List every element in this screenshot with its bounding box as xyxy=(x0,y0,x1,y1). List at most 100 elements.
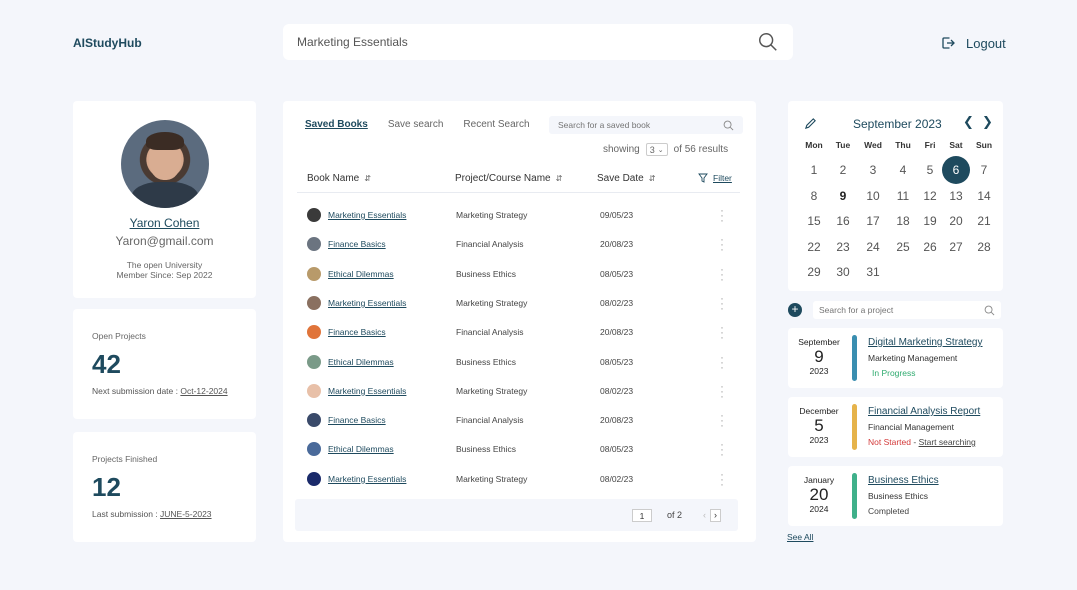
next-submission-date[interactable]: Oct-12-2024 xyxy=(180,386,227,396)
calendar-day[interactable]: 1 xyxy=(799,163,829,177)
book-name-link[interactable]: Finance Basics xyxy=(328,415,386,425)
search-icon[interactable] xyxy=(723,120,734,131)
project-name: Marketing Strategy xyxy=(456,210,528,220)
project-title-link[interactable]: Business Ethics xyxy=(868,475,939,486)
calendar-day[interactable]: 29 xyxy=(799,265,829,279)
last-submission-date[interactable]: JUNE-5-2023 xyxy=(160,509,212,519)
calendar-day[interactable]: 7 xyxy=(969,163,999,177)
calendar-day[interactable]: 15 xyxy=(799,214,829,228)
calendar-day[interactable]: 25 xyxy=(888,240,918,254)
col-save-date[interactable]: Save Date ⇵ xyxy=(597,173,655,184)
table-row[interactable]: Finance Basics Financial Analysis 20/08/23… xyxy=(297,318,740,347)
prev-page-button[interactable]: ‹ xyxy=(699,509,710,522)
more-vertical-icon[interactable]: · · · xyxy=(719,263,725,285)
project-card[interactable]: December 5 2023 Financial Analysis Report Fi… xyxy=(788,397,1003,457)
calendar-day[interactable]: 5 xyxy=(915,163,945,177)
calendar-day[interactable]: 4 xyxy=(888,163,918,177)
tab-recent-search[interactable]: Recent Search xyxy=(463,119,529,130)
book-name-link[interactable]: Marketing Essentials xyxy=(328,386,406,396)
calendar-day[interactable]: 22 xyxy=(799,240,829,254)
more-vertical-icon[interactable]: · · · xyxy=(719,204,725,226)
project-search-input[interactable] xyxy=(819,305,984,315)
calendar-day[interactable]: 17 xyxy=(858,214,888,228)
col-book-name[interactable]: Book Name ⇵ xyxy=(307,173,371,184)
table-row[interactable]: Marketing Essentials Marketing Strategy 08… xyxy=(297,377,740,406)
calendar-day[interactable]: 21 xyxy=(969,214,999,228)
calendar-day[interactable]: 18 xyxy=(888,214,918,228)
project-card[interactable]: September 9 2023 Digital Marketing Strategy… xyxy=(788,328,1003,388)
calendar-day[interactable]: 24 xyxy=(858,240,888,254)
project-title-link[interactable]: Financial Analysis Report xyxy=(868,406,980,417)
book-name-link[interactable]: Finance Basics xyxy=(328,239,386,249)
project-title-link[interactable]: Digital Marketing Strategy xyxy=(868,337,983,348)
table-row[interactable]: Ethical Dilemmas Business Ethics 08/05/23 ·… xyxy=(297,435,740,464)
profile-name[interactable]: Yaron Cohen xyxy=(73,216,256,230)
calendar-day[interactable]: 3 xyxy=(858,163,888,177)
start-searching-link[interactable]: Start searching xyxy=(919,437,976,447)
search-icon[interactable] xyxy=(757,31,779,53)
project-due-date: January 20 2024 xyxy=(794,475,844,514)
calendar-day[interactable]: 27 xyxy=(941,240,971,254)
book-name-link[interactable]: Marketing Essentials xyxy=(328,210,406,220)
book-name-link[interactable]: Ethical Dilemmas xyxy=(328,357,394,367)
next-page-button[interactable]: › xyxy=(710,509,721,522)
tab-saved-books[interactable]: Saved Books xyxy=(305,119,368,130)
book-name-link[interactable]: Finance Basics xyxy=(328,327,386,337)
calendar-day[interactable]: 9 xyxy=(828,189,858,203)
pencil-icon[interactable] xyxy=(804,117,817,130)
more-vertical-icon[interactable]: · · · xyxy=(719,292,725,314)
more-vertical-icon[interactable]: · · · xyxy=(719,380,725,402)
table-row[interactable]: Marketing Essentials Marketing Strategy 08… xyxy=(297,289,740,318)
search-icon[interactable] xyxy=(984,305,995,316)
next-month-button[interactable]: ❯ xyxy=(982,114,993,130)
page-size-select[interactable]: 3 ⌄ xyxy=(645,143,668,156)
page-number-input[interactable]: 1 xyxy=(632,509,652,522)
filter-button[interactable]: Filter xyxy=(698,173,732,183)
calendar-day[interactable]: 23 xyxy=(828,240,858,254)
book-thumbnail xyxy=(307,471,321,486)
main-search-input[interactable] xyxy=(297,35,757,49)
app-logo[interactable]: AIStudyHub xyxy=(73,36,142,50)
prev-month-button[interactable]: ❮ xyxy=(963,114,974,130)
add-project-button[interactable]: + xyxy=(788,303,802,317)
calendar-day[interactable]: 16 xyxy=(828,214,858,228)
book-search-input[interactable] xyxy=(558,120,723,130)
book-search-box[interactable] xyxy=(549,116,743,134)
calendar-day[interactable]: 20 xyxy=(941,214,971,228)
table-row[interactable]: Ethical Dilemmas Business Ethics 08/05/23 ·… xyxy=(297,260,740,289)
more-vertical-icon[interactable]: · · · xyxy=(719,468,725,490)
calendar-day[interactable]: 13 xyxy=(941,189,971,203)
tab-save-search[interactable]: Save search xyxy=(388,119,444,130)
more-vertical-icon[interactable]: · · · xyxy=(719,409,725,431)
book-name-link[interactable]: Ethical Dilemmas xyxy=(328,269,394,279)
more-vertical-icon[interactable]: · · · xyxy=(719,233,725,255)
calendar-day[interactable]: 8 xyxy=(799,189,829,203)
book-name-link[interactable]: Marketing Essentials xyxy=(328,474,406,484)
calendar-day[interactable]: 2 xyxy=(828,163,858,177)
more-vertical-icon[interactable]: · · · xyxy=(719,351,725,373)
see-all-link[interactable]: See All xyxy=(787,532,813,542)
more-vertical-icon[interactable]: · · · xyxy=(719,438,725,460)
project-card[interactable]: January 20 2024 Business Ethics Business Eth… xyxy=(788,466,1003,526)
logout-button[interactable]: Logout xyxy=(940,35,1006,51)
calendar-month: September 2023 xyxy=(853,117,942,131)
table-row[interactable]: Marketing Essentials Marketing Strategy 08… xyxy=(297,465,740,494)
main-search-bar[interactable] xyxy=(283,24,793,60)
calendar-day[interactable]: 6 xyxy=(942,156,970,184)
book-name-link[interactable]: Marketing Essentials xyxy=(328,298,406,308)
table-row[interactable]: Finance Basics Financial Analysis 20/08/23… xyxy=(297,230,740,259)
calendar-day[interactable]: 28 xyxy=(969,240,999,254)
calendar-day[interactable]: 10 xyxy=(858,189,888,203)
table-row[interactable]: Finance Basics Financial Analysis 20/08/23… xyxy=(297,406,740,435)
more-vertical-icon[interactable]: · · · xyxy=(719,321,725,343)
table-row[interactable]: Ethical Dilemmas Business Ethics 08/05/23 ·… xyxy=(297,348,740,377)
book-name-link[interactable]: Ethical Dilemmas xyxy=(328,444,394,454)
calendar-day[interactable]: 30 xyxy=(828,265,858,279)
project-search-box[interactable] xyxy=(813,301,1001,319)
avatar[interactable] xyxy=(120,120,209,208)
calendar-day[interactable]: 14 xyxy=(969,189,999,203)
table-row[interactable]: Marketing Essentials Marketing Strategy 09… xyxy=(297,201,740,230)
col-project-name[interactable]: Project/Course Name ⇵ xyxy=(455,173,562,184)
calendar-day[interactable]: 11 xyxy=(888,189,918,203)
calendar-day[interactable]: 31 xyxy=(858,265,888,279)
